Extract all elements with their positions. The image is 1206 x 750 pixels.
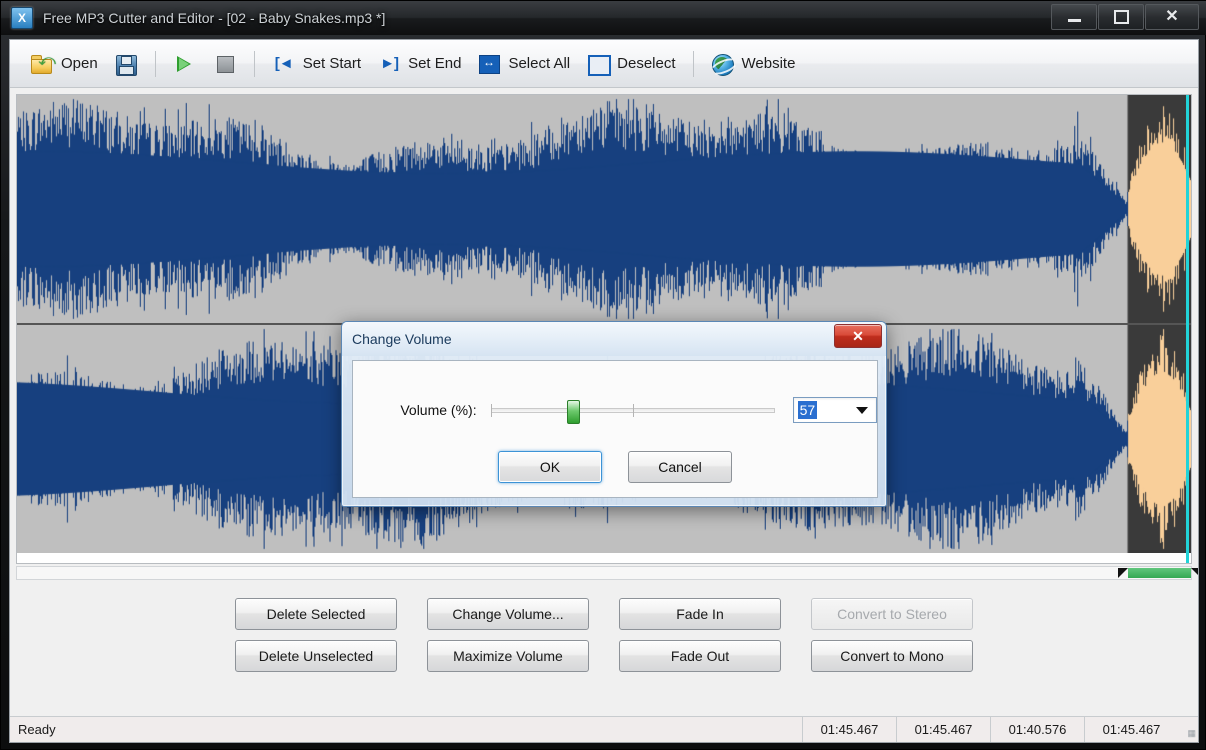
status-cell-selection-end: 01:45.467 [896,717,990,742]
waveform-canvas-left [17,95,1191,323]
toolbar-set-start-label: Set Start [302,55,362,72]
toolbar-separator [253,50,255,77]
delete-unselected-button[interactable]: Delete Unselected [235,640,397,672]
application-window: X Free MP3 Cutter and Editor - [02 - Bab… [0,0,1206,750]
toolbar-set-end-label: Set End [408,55,462,72]
toolbar-website-button[interactable]: Website [703,45,804,83]
toolbar-open-button[interactable]: ⤺ Open [22,45,106,83]
playback-cursor [1186,95,1189,563]
save-floppy-icon [114,53,138,76]
maximize-volume-button[interactable]: Maximize Volume [427,640,589,672]
volume-slider[interactable] [490,398,775,424]
set-end-icon: ►] [380,55,399,72]
action-row-2: Delete Unselected Maximize Volume Fade O… [235,640,973,672]
toolbar-stop-button[interactable] [205,45,245,83]
volume-combo-box[interactable]: 57 [792,397,877,423]
slider-tick-mid [632,404,634,417]
status-bar: Ready 01:45.467 01:45.467 01:40.576 01:4… [10,716,1198,742]
toolbar-select-all-label: Select All [508,55,571,72]
fade-in-button[interactable]: Fade In [619,598,781,630]
client-area: ⤺ Open [◄ Set Start ►] Set End ↔ Select … [9,39,1199,743]
waveform-channel-left[interactable] [17,95,1191,323]
dialog-title-bar: Change Volume ✕ [342,322,886,356]
app-icon: X [11,7,33,29]
toolbar-deselect-button[interactable]: Deselect [578,45,683,83]
globe-icon [708,53,739,78]
selection-strip[interactable] [16,566,1198,580]
selection-handle-left[interactable] [1117,568,1128,578]
deselect-icon [586,53,612,76]
title-bar: X Free MP3 Cutter and Editor - [02 - Bab… [1,1,1206,35]
toolbar-deselect-label: Deselect [617,55,676,72]
select-all-icon: ↔ [477,53,501,75]
maximize-button[interactable] [1098,4,1144,30]
dialog-buttons: OK Cancel [353,451,877,483]
minimize-icon [1067,19,1081,22]
change-volume-button[interactable]: Change Volume... [427,598,589,630]
chevron-down-icon[interactable] [856,407,868,414]
slider-thumb[interactable] [566,400,580,424]
stop-icon [213,53,237,75]
volume-value[interactable]: 57 [797,401,818,419]
toolbar-separator [692,50,694,77]
action-row-1: Delete Selected Change Volume... Fade In… [235,598,973,630]
resize-grip-glyph: ▦ [1187,728,1195,738]
close-button[interactable]: ✕ [1145,4,1199,30]
toolbar-select-all-button[interactable]: ↔ Select All [469,45,578,83]
dialog-title: Change Volume [352,331,452,347]
toolbar-website-label: Website [741,55,796,72]
convert-to-stereo-button: Convert to Stereo [811,598,973,630]
cancel-button[interactable]: Cancel [628,451,732,483]
convert-to-mono-button[interactable]: Convert to Mono [811,640,973,672]
dialog-close-button[interactable]: ✕ [834,324,882,348]
toolbar-open-label: Open [61,55,98,72]
status-cell-selection-start: 01:40.576 [990,717,1084,742]
window-title: Free MP3 Cutter and Editor - [02 - Baby … [43,10,386,26]
toolbar-set-end-button[interactable]: ►] Set End [369,45,469,83]
minimize-button[interactable] [1051,4,1097,30]
set-start-icon: [◄ [274,55,294,72]
toolbar: ⤺ Open [◄ Set Start ►] Set End ↔ Select … [10,40,1198,88]
volume-row: Volume (%): 57 [353,397,877,424]
toolbar-play-button[interactable] [165,45,205,83]
maximize-icon [1113,10,1129,24]
toolbar-separator [154,50,156,77]
status-message: Ready [18,722,56,737]
delete-selected-button[interactable]: Delete Selected [235,598,397,630]
status-cell-cursor-position: 01:45.467 [1084,717,1178,742]
slider-tick-start [490,404,492,417]
ok-button[interactable]: OK [498,451,602,483]
fade-out-button[interactable]: Fade Out [619,640,781,672]
resize-grip[interactable]: ▦ [1178,717,1198,742]
close-icon: ✕ [1165,8,1179,25]
play-icon [173,53,197,75]
toolbar-save-button[interactable] [106,45,146,83]
selection-handle-right[interactable] [1191,568,1198,578]
action-buttons: Delete Selected Change Volume... Fade In… [10,598,1198,672]
dialog-body: Volume (%): 57 OK Cancel [352,360,878,498]
volume-label: Volume (%): [400,402,477,418]
change-volume-dialog: Change Volume ✕ Volume (%): 57 OK Cancel [341,321,887,507]
open-folder-icon: ⤺ [30,53,56,75]
window-controls: ✕ [1051,4,1199,30]
status-cell-total-duration: 01:45.467 [802,717,896,742]
toolbar-set-start-button[interactable]: [◄ Set Start [264,45,369,83]
selection-range-bar[interactable] [1127,568,1191,578]
